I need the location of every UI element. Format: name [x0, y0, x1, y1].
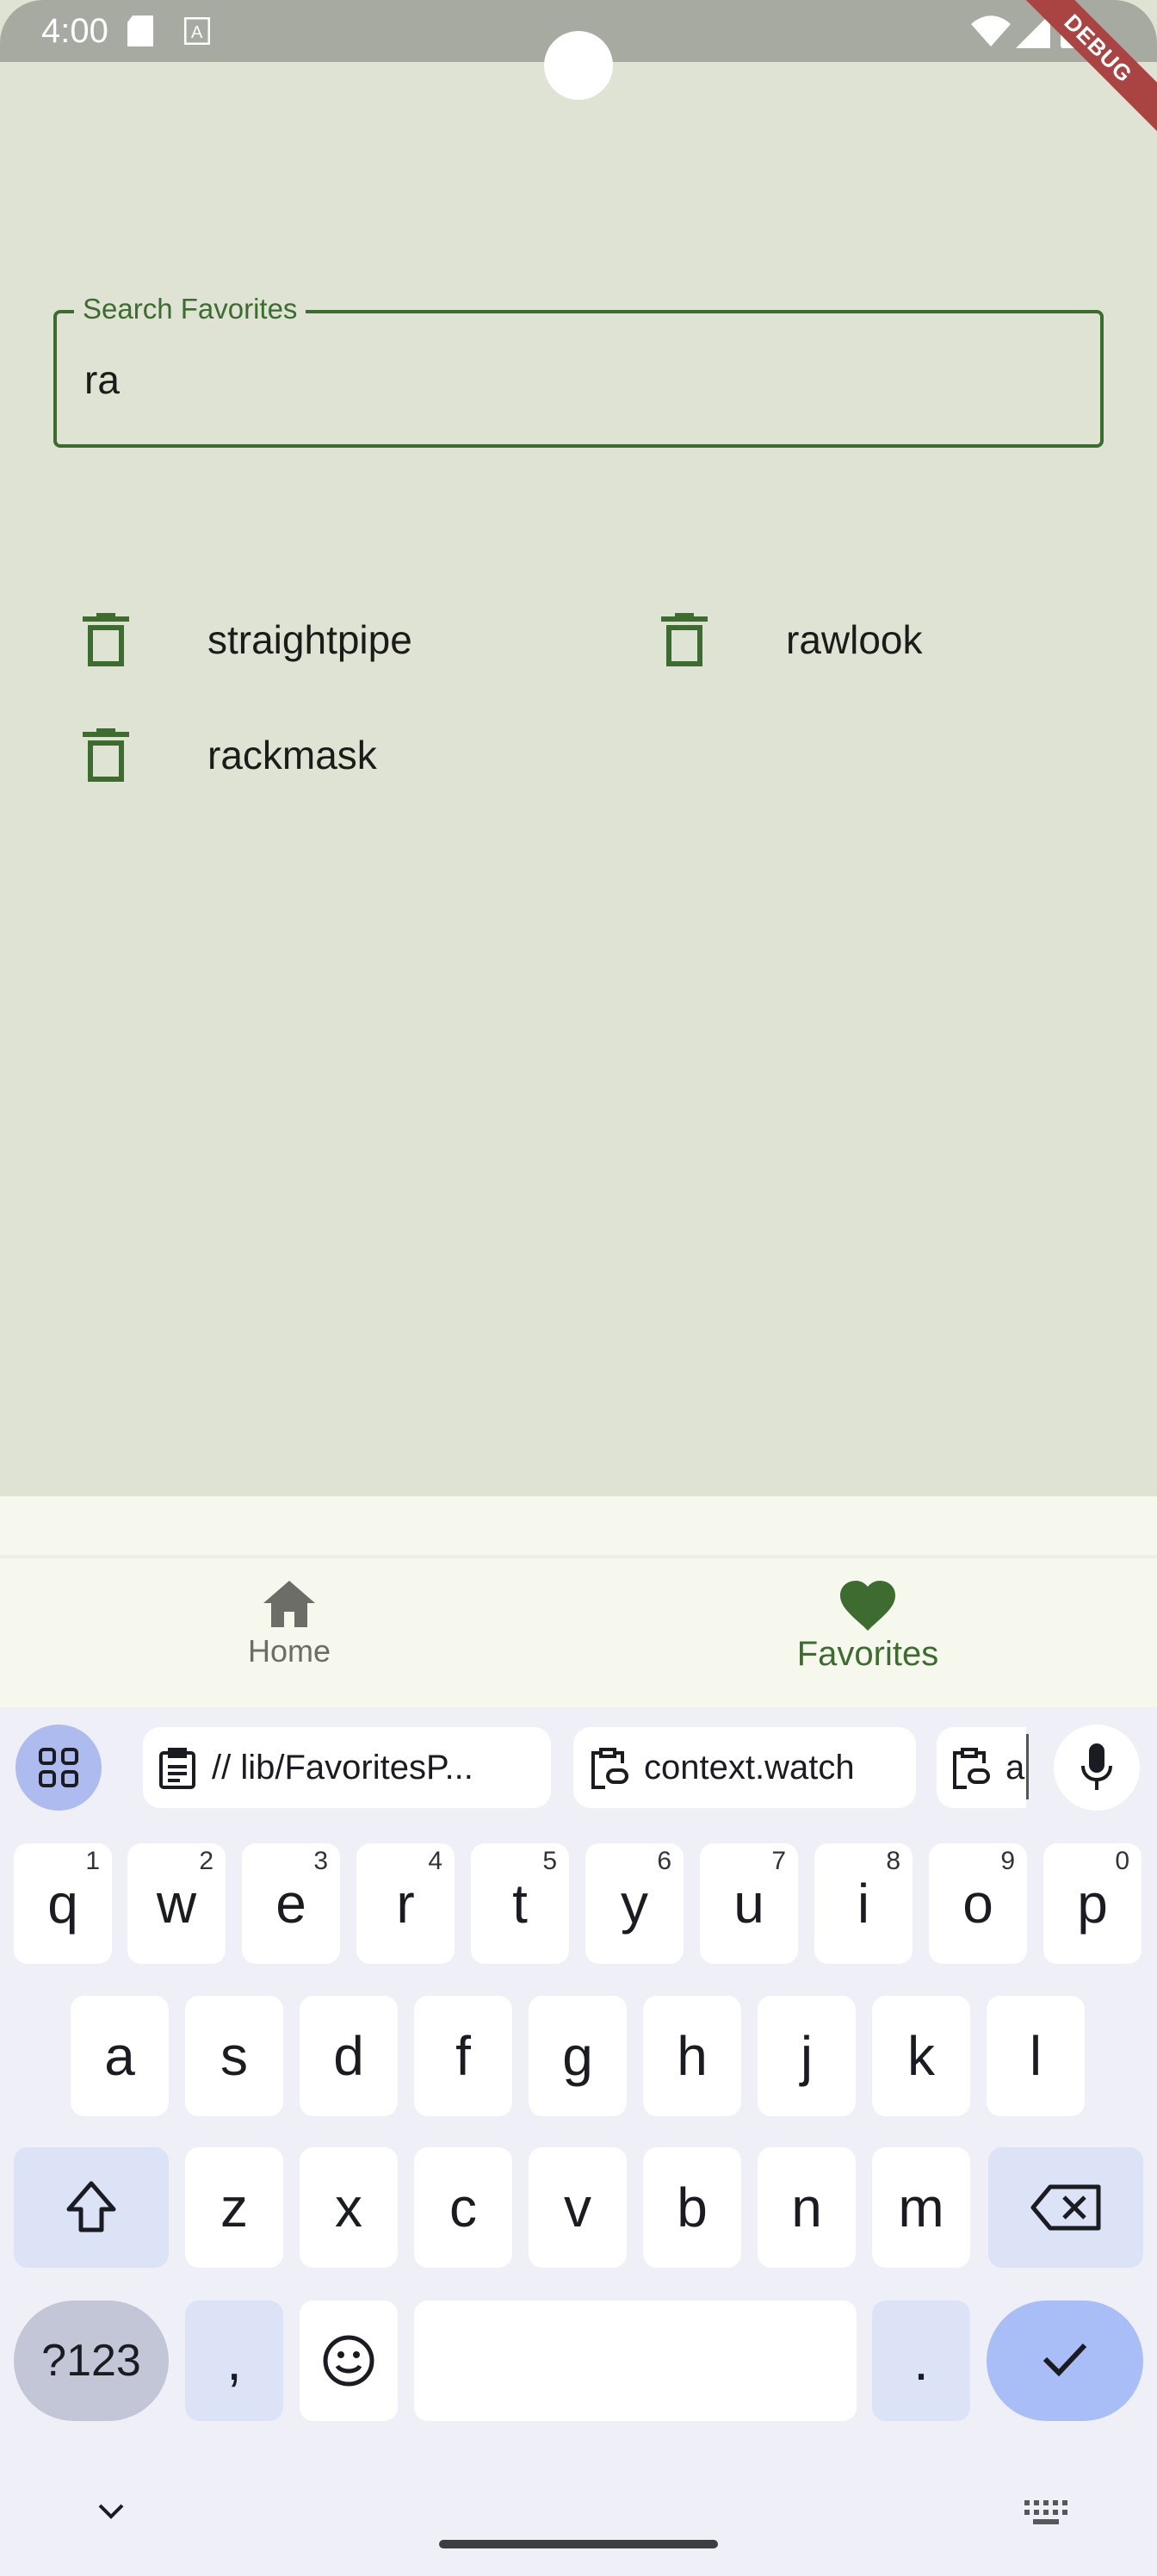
nav-item-favorites[interactable]: Favorites [764, 1581, 971, 1674]
key-f[interactable]: f [414, 1996, 512, 2116]
search-value[interactable]: ra [84, 356, 120, 403]
clipboard-icon [159, 1748, 195, 1789]
key-i[interactable]: i8 [814, 1843, 913, 1964]
clipboard-suggestion-text: a [1005, 1749, 1025, 1786]
favorite-label: rawlook [786, 617, 923, 662]
comma-key[interactable]: , [185, 2300, 283, 2421]
checkmark-icon [1043, 2343, 1087, 2377]
on-screen-keyboard [0, 1707, 1157, 2576]
status-time: 4:00 [41, 12, 108, 50]
nav-divider [0, 1555, 1157, 1558]
delete-icon[interactable] [83, 728, 129, 782]
grid-icon [39, 1748, 78, 1787]
delete-icon[interactable] [83, 613, 129, 666]
search-input[interactable] [53, 310, 1104, 448]
clipboard-link-icon [591, 1748, 628, 1789]
key-s[interactable]: s [185, 1996, 283, 2116]
space-key[interactable] [414, 2300, 857, 2421]
key-c[interactable]: c [414, 2147, 512, 2268]
nav-label-favorites: Favorites [796, 1635, 939, 1673]
backspace-icon [1030, 2184, 1101, 2231]
clipboard-suggestion[interactable]: context.watch [573, 1727, 916, 1808]
key-y[interactable]: y6 [585, 1843, 684, 1964]
delete-icon[interactable] [661, 613, 708, 666]
suggestion-divider [1026, 1734, 1029, 1799]
heart-icon [840, 1581, 895, 1631]
key-d[interactable]: d [300, 1996, 398, 2116]
favorite-label: rackmask [207, 733, 377, 777]
home-icon [263, 1581, 315, 1627]
wifi-icon [971, 15, 1011, 46]
clipboard-link-icon [953, 1748, 990, 1789]
apps-grid-button[interactable] [15, 1725, 102, 1811]
svg-text:A: A [191, 23, 203, 42]
favorite-item: rackmask [83, 721, 565, 790]
emoji-key[interactable] [300, 2300, 398, 2421]
key-k[interactable]: k [872, 1996, 970, 2116]
voice-input-button[interactable] [1054, 1725, 1140, 1811]
key-l[interactable]: l [987, 1996, 1085, 2116]
nav-label-home: Home [247, 1633, 331, 1669]
favorite-label: straightpipe [207, 617, 412, 662]
key-h[interactable]: h [643, 1996, 741, 2116]
key-e[interactable]: e3 [242, 1843, 340, 1964]
period-key[interactable]: . [872, 2300, 970, 2421]
key-v[interactable]: v [529, 2147, 627, 2268]
key-w[interactable]: w2 [127, 1843, 226, 1964]
search-label: Search Favorites [74, 293, 306, 325]
key-m[interactable]: m [872, 2147, 970, 2268]
clipboard-suggestion-text: context.watch [644, 1749, 855, 1786]
key-q[interactable]: q1 [14, 1843, 112, 1964]
key-n[interactable]: n [758, 2147, 856, 2268]
microphone-icon [1081, 1743, 1112, 1790]
nav-item-home[interactable]: Home [203, 1581, 375, 1669]
bottom-navigation [0, 1496, 1157, 1707]
emoji-icon [323, 2335, 374, 2387]
clipboard-suggestion[interactable]: // lib/FavoritesP... [143, 1727, 551, 1808]
favorite-item: straightpipe [83, 606, 565, 675]
symbols-key[interactable]: ?123 [14, 2300, 169, 2421]
key-b[interactable]: b [643, 2147, 741, 2268]
favorite-item: rawlook [661, 606, 1092, 675]
key-z[interactable]: z [185, 2147, 283, 2268]
hide-keyboard-icon[interactable] [96, 2502, 126, 2521]
key-a[interactable]: a [71, 1996, 169, 2116]
shift-icon [66, 2181, 116, 2232]
camera-cutout [544, 31, 613, 100]
key-o[interactable]: o9 [929, 1843, 1027, 1964]
key-u[interactable]: u7 [700, 1843, 798, 1964]
key-p[interactable]: p0 [1043, 1843, 1142, 1964]
key-r[interactable]: r4 [356, 1843, 455, 1964]
shift-key[interactable] [14, 2147, 169, 2268]
key-j[interactable]: j [758, 1996, 856, 2116]
home-indicator[interactable] [439, 2540, 718, 2548]
sd-card-icon [127, 15, 153, 46]
done-key[interactable] [987, 2300, 1143, 2421]
clipboard-suggestion-text: // lib/FavoritesP... [212, 1749, 473, 1786]
key-t[interactable]: t5 [471, 1843, 569, 1964]
key-x[interactable]: x [300, 2147, 398, 2268]
text-icon: A [184, 17, 210, 45]
backspace-key[interactable] [988, 2147, 1143, 2268]
key-g[interactable]: g [529, 1996, 627, 2116]
clipboard-suggestion[interactable]: a [937, 1727, 1026, 1808]
keyboard-switch-icon[interactable] [1024, 2500, 1067, 2528]
